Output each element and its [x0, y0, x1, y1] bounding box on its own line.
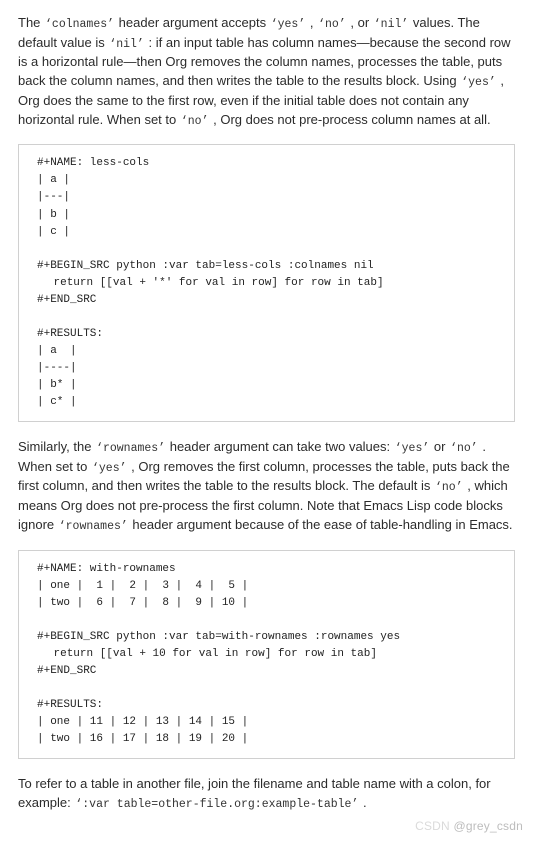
watermark-right: @grey_csdn [450, 819, 523, 833]
text: header argument accepts [119, 15, 270, 30]
code-line: #+NAME: less-cols [37, 157, 149, 169]
code-line: return [[val + '*' for val in row] for r… [37, 275, 500, 292]
code-line: #+NAME: with-rownames [37, 563, 176, 575]
code-rownames: rownames [95, 442, 166, 455]
code-line: #+END_SRC [37, 665, 96, 677]
code-line: | a | [37, 345, 77, 357]
code-line: | a | [37, 174, 70, 186]
text: header argument can take two values: [170, 439, 394, 454]
code-line: | c | [37, 226, 70, 238]
watermark-left: CSDN [415, 819, 450, 833]
code-no: no [449, 442, 479, 455]
text: or [434, 439, 449, 454]
code-line: | c* | [37, 396, 77, 408]
code-no: no [434, 481, 464, 494]
code-yes: yes [394, 442, 431, 455]
text: , Org does not pre-process column names … [213, 112, 490, 127]
paragraph-other-file: To refer to a table in another file, joi… [18, 775, 515, 814]
code-line: #+BEGIN_SRC python :var tab=with-rowname… [37, 631, 400, 643]
code-yes: yes [91, 462, 128, 475]
paragraph-rownames: Similarly, the rownames header argument … [18, 438, 515, 536]
code-line: | two | 6 | 7 | 8 | 9 | 10 | [37, 597, 248, 609]
text: Similarly, the [18, 439, 95, 454]
code-line: | b* | [37, 379, 77, 391]
paragraph-colnames: The colnames header argument accepts yes… [18, 14, 515, 130]
code-nil: nil [108, 38, 145, 51]
code-line: #+END_SRC [37, 294, 96, 306]
code-no: no [180, 115, 210, 128]
codeblock-with-rownames: #+NAME: with-rownames | one | 1 | 2 | 3 … [18, 550, 515, 760]
watermark: CSDN @grey_csdn [415, 818, 523, 835]
code-yes: yes [460, 76, 497, 89]
code-nil: nil [373, 18, 410, 31]
code-line: #+BEGIN_SRC python :var tab=less-cols :c… [37, 260, 374, 272]
code-colnames: colnames [44, 18, 115, 31]
code-line: | b | [37, 209, 70, 221]
code-rownames: rownames [58, 520, 129, 533]
code-line: |---| [37, 191, 70, 203]
text: header argument because of the ease of t… [132, 517, 512, 532]
code-line: | one | 11 | 12 | 13 | 14 | 15 | [37, 716, 248, 728]
code-var-other-file: :var table=other-file.org:example-table [74, 798, 359, 811]
code-yes: yes [270, 18, 307, 31]
code-line: return [[val + 10 for val in row] for ro… [37, 646, 500, 663]
text: , or [350, 15, 372, 30]
codeblock-less-cols: #+NAME: less-cols | a | |---| | b | | c … [18, 144, 515, 422]
text: . [363, 795, 367, 810]
text: The [18, 15, 44, 30]
code-line: | one | 1 | 2 | 3 | 4 | 5 | [37, 580, 248, 592]
code-line: | two | 16 | 17 | 18 | 19 | 20 | [37, 733, 248, 745]
code-line: |----| [37, 362, 77, 374]
code-no: no [317, 18, 347, 31]
code-line: #+RESULTS: [37, 699, 103, 711]
code-line: #+RESULTS: [37, 328, 103, 340]
